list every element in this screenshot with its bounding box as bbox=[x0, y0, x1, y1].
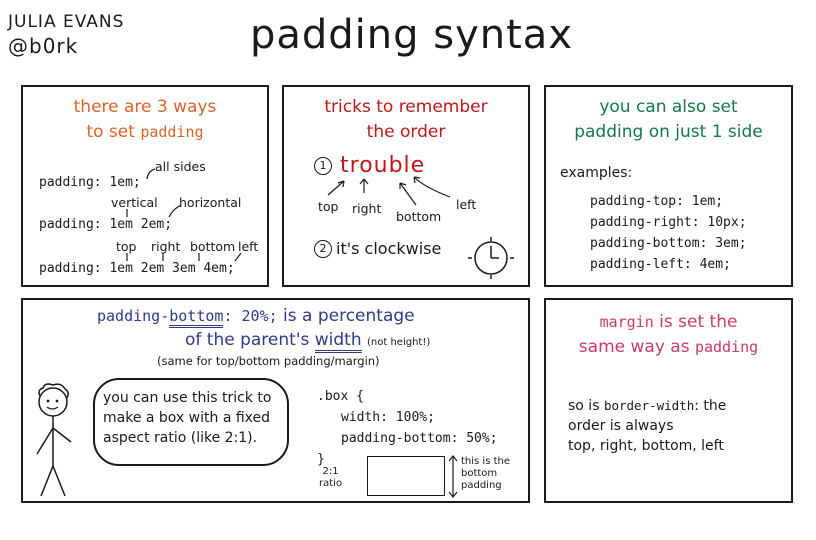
speech-bubble: you can use this trick to make a box wit… bbox=[93, 378, 289, 466]
code-bottom-underlined: bottom bbox=[169, 307, 224, 328]
arrow-label-top: top bbox=[318, 199, 339, 214]
heading-line-1: you can also set bbox=[599, 97, 738, 117]
arrow-label-bottom: bottom bbox=[396, 209, 442, 224]
panel-margin: margin is set the same way as padding so… bbox=[544, 298, 793, 503]
heading-line-2: same way as padding bbox=[546, 335, 791, 360]
percentage-heading-line-2: of the parent's width (not height!) bbox=[185, 330, 431, 353]
padding-code: padding bbox=[694, 338, 759, 356]
code-line-padding: padding-bottom: 50%; bbox=[341, 431, 498, 446]
clock-icon bbox=[468, 237, 514, 279]
bottom-padding-note: this is the bottom padding bbox=[461, 456, 510, 492]
border-width-code: border-width bbox=[603, 398, 695, 413]
heading-line-1: margin is set the bbox=[546, 310, 791, 335]
not-height-note: (not height!) bbox=[367, 337, 431, 348]
the-text: : the bbox=[694, 398, 727, 414]
example-top: padding-top: 1em; bbox=[590, 194, 724, 209]
author-handle: @b0rk bbox=[8, 34, 79, 58]
code-value: : 20%; bbox=[223, 307, 278, 325]
is-set-the-text: is set the bbox=[653, 312, 738, 332]
width-underlined: width bbox=[314, 330, 362, 353]
page-title: padding syntax bbox=[250, 12, 573, 58]
example-left: padding-left: 4em; bbox=[590, 257, 731, 272]
author-name: JULIA EVANS bbox=[8, 12, 125, 32]
ratio-label: 2:1 ratio bbox=[319, 466, 342, 490]
arrow-label-left: left bbox=[456, 197, 477, 212]
panel-percentage: padding-bottom: 20%; is a percentage of … bbox=[21, 298, 530, 503]
arrow-label-right: right bbox=[352, 201, 382, 216]
stick-figure bbox=[36, 383, 72, 497]
margin-code: margin bbox=[599, 313, 654, 331]
panel-one-side: you can also set padding on just 1 side … bbox=[544, 85, 793, 287]
examples-label: examples: bbox=[560, 165, 633, 181]
percentage-heading-line-1: padding-bottom: 20%; is a percentage bbox=[97, 306, 415, 328]
panel-heading: margin is set the same way as padding bbox=[546, 310, 791, 360]
author-signature: JULIA EVANS @b0rk bbox=[8, 10, 124, 58]
body-line-2: order is always bbox=[568, 418, 674, 434]
annotation-arrows bbox=[126, 168, 242, 262]
body-line-1: so is border-width: the bbox=[568, 396, 726, 416]
clockwise-text: it's clockwise bbox=[336, 239, 442, 258]
ratio-label-line-2: ratio bbox=[319, 478, 343, 489]
same-for-note: (same for top/bottom padding/margin) bbox=[157, 354, 380, 368]
trick-2: 2 it's clockwise bbox=[314, 239, 441, 258]
example-right: padding-right: 10px; bbox=[590, 215, 747, 230]
bottom-note-line-2: bottom bbox=[461, 468, 498, 479]
ratio-box bbox=[367, 456, 445, 496]
number-2-circle: 2 bbox=[314, 239, 332, 258]
margin-body: so is border-width: the order is always … bbox=[568, 396, 726, 456]
padding-arrow bbox=[448, 455, 458, 498]
body-line-3: top, right, bottom, left bbox=[568, 438, 724, 454]
code-prefix: padding- bbox=[97, 307, 170, 325]
heading-line-2: padding on just 1 side bbox=[574, 122, 763, 142]
example-list: padding-top: 1em; padding-right: 10px; p… bbox=[590, 191, 747, 275]
same-way-as-text: same way as bbox=[578, 337, 695, 357]
is-a-percentage-text: is a percentage bbox=[277, 306, 415, 326]
bottom-note-line-3: padding bbox=[461, 480, 502, 491]
example-bottom: padding-bottom: 3em; bbox=[590, 236, 747, 251]
panel-heading: you can also set padding on just 1 side bbox=[546, 95, 791, 145]
ratio-label-line-1: 2:1 bbox=[322, 466, 339, 477]
so-is-text: so is bbox=[568, 398, 604, 414]
panel-tricks: tricks to remember the order 1 trouble t… bbox=[282, 85, 530, 287]
bottom-note-line-1: this is the bbox=[461, 456, 511, 467]
code-line-width: width: 100%; bbox=[341, 410, 435, 425]
code-line-selector: .box { bbox=[317, 389, 364, 404]
panel-three-ways: there are 3 ways to set padding all side… bbox=[21, 85, 269, 287]
parents-text: of the parent's bbox=[185, 330, 315, 350]
